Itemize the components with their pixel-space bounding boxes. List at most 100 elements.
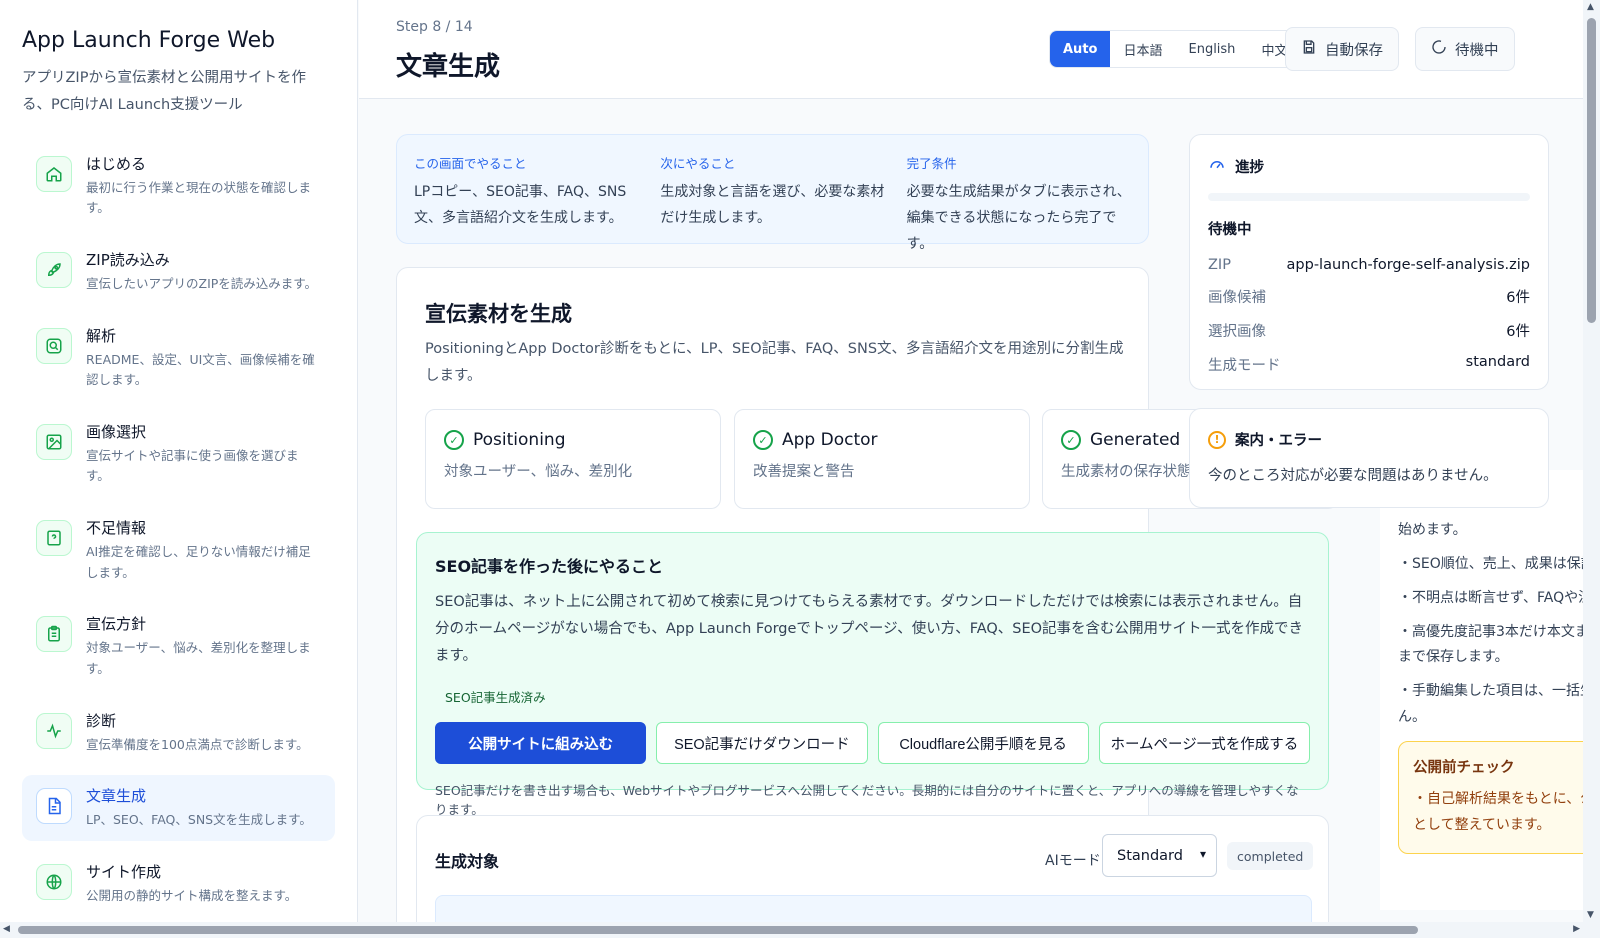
- language-japanese-button[interactable]: 日本語: [1110, 31, 1175, 67]
- progress-status: 待機中: [1208, 222, 1252, 238]
- note-line: ・不明点は断言せず、FAQや注: [1398, 589, 1590, 606]
- app-doctor-card[interactable]: ✓ App Doctor 改善提案と警告: [734, 409, 1030, 509]
- note-line: まで保存します。: [1398, 649, 1509, 666]
- seo-text: SEO記事は、ネット上に公開されて初めて検索に見つけてもらえる素材です。ダウンロ…: [435, 594, 1304, 664]
- scroll-right-icon[interactable]: ▶: [1573, 924, 1580, 934]
- ai-mode-select[interactable]: Standard ▾: [1102, 834, 1217, 877]
- sidebar-item-sub: 公開用の静的サイト構成を整えます。: [86, 887, 298, 903]
- progress-row: ZIP app-launch-forge-self-analysis.zip: [1208, 257, 1530, 273]
- sidebar-item-missing-info[interactable]: 不足情報 AI推定を確認し、足りない情報だけ補足します。: [22, 507, 335, 593]
- vertical-scrollbar-thumb[interactable]: [1587, 18, 1596, 323]
- sidebar-item-sub: 宣伝したいアプリのZIPを読み込みます。: [86, 275, 318, 291]
- public-check-line: として整えています。: [1413, 817, 1551, 834]
- sidebar-item-sub: 宣伝サイトや記事に使う画像を選びます。: [86, 447, 299, 484]
- sidebar-item-label: ZIP読み込み: [86, 250, 170, 269]
- targets-title: 生成対象: [435, 852, 500, 871]
- note-line: ・高優先度記事3本だけ本文ま: [1398, 623, 1589, 640]
- progress-row-value: app-launch-forge-self-analysis.zip: [1286, 257, 1530, 273]
- gauge-icon: [1208, 155, 1226, 177]
- sidebar-item-strategy[interactable]: 宣伝方針対象ユーザー、悩み、差別化を整理します。: [22, 603, 335, 689]
- autosave-button[interactable]: 自動保存: [1285, 27, 1399, 71]
- positioning-sub: 対象ユーザー、悩み、差別化: [444, 464, 633, 480]
- public-check-title: 公開前チェック: [1413, 760, 1515, 777]
- guide-done-text: 必要な生成結果がタブに表示され、編集できる状態になったら完了です。: [906, 184, 1131, 252]
- scroll-up-icon[interactable]: ▲: [1587, 2, 1594, 12]
- sidebar-item-sub: LP、SEO、FAQ、SNS文を生成します。: [86, 812, 312, 828]
- ai-mode-value: Standard: [1117, 847, 1183, 864]
- language-switcher: Auto 日本語 English 中文: [1049, 30, 1302, 68]
- sidebar-item-sub: README、設定、UI文言、画像候補を確認します。: [86, 351, 315, 388]
- public-check-box: 公開前チェック ・自己解析結果をもとに、公 として整えています。: [1398, 741, 1590, 854]
- sidebar-item-label: 宣伝方針: [86, 615, 147, 634]
- scroll-down-icon[interactable]: ▼: [1587, 910, 1594, 920]
- sidebar-item-label: 画像選択: [86, 422, 147, 441]
- error-title: 案内・エラー: [1235, 433, 1322, 449]
- app-description: アプリZIPから宣伝素材と公開用サイトを作る、PC向けAI Launch支援ツー…: [22, 70, 306, 113]
- rocket-icon: [36, 251, 72, 288]
- sidebar-item-site-creation[interactable]: サイト作成 公開用の静的サイト構成を整えます。: [22, 851, 335, 917]
- sidebar-item-text-generation[interactable]: 文章生成 LP、SEO、FAQ、SNS文を生成します。: [22, 775, 335, 841]
- note-line: 始めます。: [1398, 521, 1467, 538]
- progress-row-value: 6件: [1506, 324, 1530, 340]
- progress-row: 生成モード standard: [1208, 354, 1530, 375]
- sidebar-item-images[interactable]: 画像選択宣伝サイトや記事に使う画像を選びます。: [22, 411, 335, 497]
- horizontal-scrollbar[interactable]: ◀ ▶: [0, 922, 1600, 938]
- notice-error-card: ! 案内・エラー 今のところ対応が必要な問題はありません。: [1189, 408, 1549, 508]
- sidebar: App Launch Forge Web アプリZIPから宣伝素材と公開用サイト…: [0, 0, 358, 922]
- document-icon: [36, 788, 72, 825]
- ai-mode-label: AIモード: [1045, 853, 1101, 869]
- generation-targets-card: 生成対象 AIモード Standard ▾ completed: [416, 815, 1329, 922]
- publish-site-button[interactable]: 公開サイトに組み込む: [435, 722, 647, 765]
- error-text: 今のところ対応が必要な問題はありません。: [1208, 468, 1498, 484]
- progress-row: 画像候補 6件: [1208, 286, 1530, 307]
- status-button[interactable]: 待機中: [1415, 27, 1515, 71]
- positioning-title: Positioning: [473, 430, 566, 450]
- guide-next-heading: 次にやること: [660, 156, 736, 171]
- guide-todo-text: LPコピー、SEO記事、FAQ、SNS文、多言語紹介文を生成します。: [414, 184, 627, 226]
- sidebar-item-label: 不足情報: [86, 519, 147, 537]
- step-indicator: Step 8 / 14: [396, 19, 473, 35]
- sidebar-item-sub: 宣伝準備度を100点満点で診断します。: [86, 736, 309, 752]
- sidebar-item-zip[interactable]: ZIP読み込み宣伝したいアプリのZIPを読み込みます。: [22, 239, 335, 305]
- progress-row-key: 生成モード: [1208, 358, 1281, 374]
- image-icon: [36, 423, 72, 460]
- public-check-line: ・自己解析結果をもとに、公: [1413, 791, 1590, 808]
- app-doctor-sub: 改善提案と警告: [753, 464, 855, 480]
- alert-icon: !: [1208, 430, 1226, 449]
- targets-list: [435, 895, 1312, 922]
- generated-title: Generated: [1090, 430, 1181, 450]
- check-circle-icon: ✓: [1061, 430, 1081, 450]
- progress-row-key: 選択画像: [1208, 324, 1266, 340]
- scroll-left-icon[interactable]: ◀: [3, 924, 10, 934]
- note-line: ん。: [1398, 709, 1426, 726]
- guide-todo-heading: この画面でやること: [414, 156, 527, 171]
- horizontal-scrollbar-thumb[interactable]: [18, 926, 1418, 934]
- note-line: ・手動編集した項目は、一括生: [1398, 683, 1590, 700]
- sidebar-item-sub: 対象ユーザー、悩み、差別化を整理します。: [86, 640, 311, 676]
- guide-done-heading: 完了条件: [906, 156, 957, 171]
- language-english-button[interactable]: English: [1175, 31, 1248, 67]
- create-homepage-button[interactable]: ホームページ一式を作成する: [1098, 722, 1310, 765]
- side-notes-panel: なく、 始めます。 ・SEO順位、売上、成果は保証 ・不明点は断言せず、FAQや…: [1380, 470, 1590, 910]
- progress-row-key: ZIP: [1208, 257, 1231, 273]
- home-icon: [36, 155, 72, 192]
- sidebar-item-start[interactable]: はじめる 最初に行う作業と現在の状態を確認します。: [22, 143, 335, 229]
- sidebar-item-label: はじめる: [86, 154, 147, 173]
- status-badge: completed: [1227, 842, 1314, 870]
- chevron-down-icon: ▾: [1199, 847, 1206, 861]
- save-icon: [1301, 39, 1317, 59]
- download-seo-button[interactable]: SEO記事だけダウンロード: [656, 722, 868, 765]
- sidebar-item-diagnosis[interactable]: 診断 宣伝準備度を100点満点で診断します。: [22, 700, 335, 766]
- app-title: App Launch Forge Web: [22, 28, 276, 53]
- sidebar-item-sub: AI推定を確認し、足りない情報だけ補足します。: [86, 544, 311, 580]
- sidebar-item-analysis[interactable]: 解析 README、設定、UI文言、画像候補を確認します。: [22, 315, 335, 401]
- progress-row-value: 6件: [1506, 290, 1530, 306]
- autosave-label: 自動保存: [1325, 42, 1383, 59]
- activity-icon: [36, 712, 72, 749]
- language-auto-button[interactable]: Auto: [1050, 31, 1111, 67]
- positioning-card[interactable]: ✓ Positioning 対象ユーザー、悩み、差別化: [425, 409, 721, 509]
- note-line: ・SEO順位、売上、成果は保証: [1398, 555, 1590, 572]
- cloudflare-guide-button[interactable]: Cloudflare公開手順を見る: [877, 722, 1089, 765]
- vertical-scrollbar[interactable]: ▲ ▼: [1583, 0, 1600, 922]
- globe-icon: [36, 863, 72, 900]
